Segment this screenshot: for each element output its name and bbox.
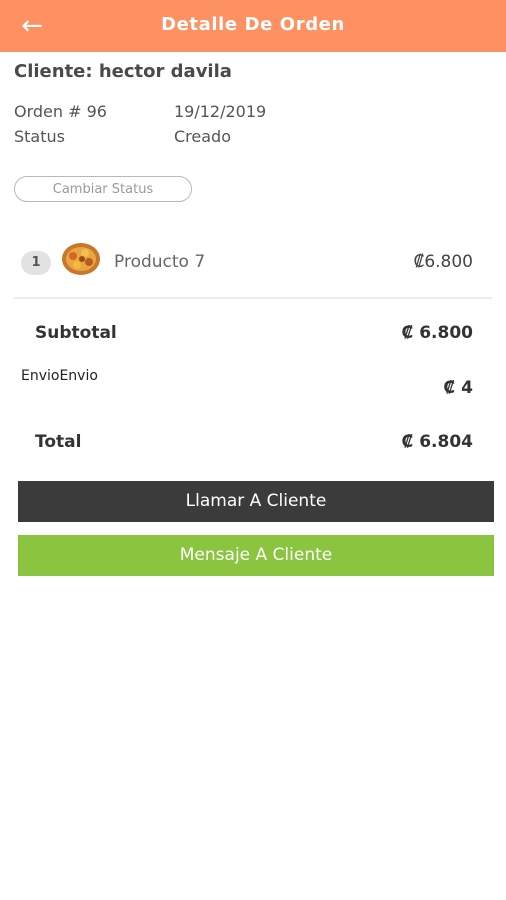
status-label: Status — [14, 127, 65, 146]
change-status-button[interactable]: Cambiar Status — [14, 176, 192, 202]
order-number: Orden # 96 — [14, 102, 107, 121]
subtotal-label: Subtotal — [35, 323, 117, 343]
divider — [14, 297, 492, 299]
customer-name: Cliente: hector davila — [14, 61, 232, 82]
page-title: Detalle De Orden — [161, 14, 345, 35]
call-customer-button[interactable]: Llamar A Cliente — [18, 481, 494, 522]
app-bar: ← Detalle De Orden — [0, 0, 506, 52]
status-value: Creado — [174, 127, 231, 146]
message-customer-button[interactable]: Mensaje A Cliente — [18, 535, 494, 576]
quantity-badge: 1 — [21, 251, 51, 275]
food-thumbnail-icon — [62, 243, 100, 275]
product-price: ₡6.800 — [413, 252, 473, 272]
subtotal-value: ₡ 6.800 — [401, 323, 473, 343]
total-value: ₡ 6.804 — [401, 432, 473, 452]
shipping-value: ₡ 4 — [443, 378, 473, 398]
order-date: 19/12/2019 — [174, 102, 267, 121]
product-name: Producto 7 — [114, 252, 206, 272]
total-label: Total — [35, 432, 82, 452]
shipping-label: EnvioEnvio — [21, 368, 98, 384]
